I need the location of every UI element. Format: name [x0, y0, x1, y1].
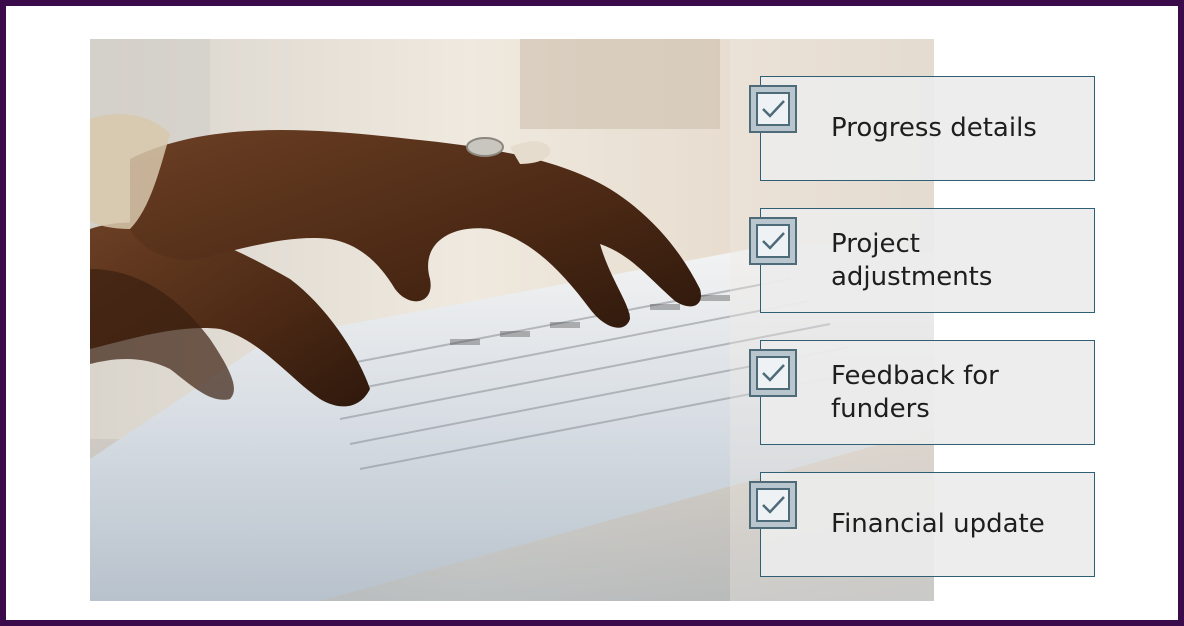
checklist-item-label: Project adjustments: [831, 228, 993, 292]
slide-canvas: Progress details Project adjustments Fee…: [6, 6, 1178, 620]
checklist-item-feedback-for-funders: Feedback for funders: [749, 340, 1095, 445]
checklist-item-financial-update: Financial update: [749, 472, 1095, 577]
checklist-item-label: Progress details: [831, 113, 1037, 143]
checkbox-checked-icon: [749, 349, 797, 397]
checkbox-checked-icon: [749, 85, 797, 133]
checkbox-checked-icon: [749, 217, 797, 265]
checklist-item-progress-details: Progress details: [749, 76, 1095, 181]
checklist-item-project-adjustments: Project adjustments: [749, 208, 1095, 313]
checklist-item-label: Feedback for funders: [831, 360, 999, 424]
checkbox-checked-icon: [749, 481, 797, 529]
checklist-item-label: Financial update: [831, 509, 1045, 539]
